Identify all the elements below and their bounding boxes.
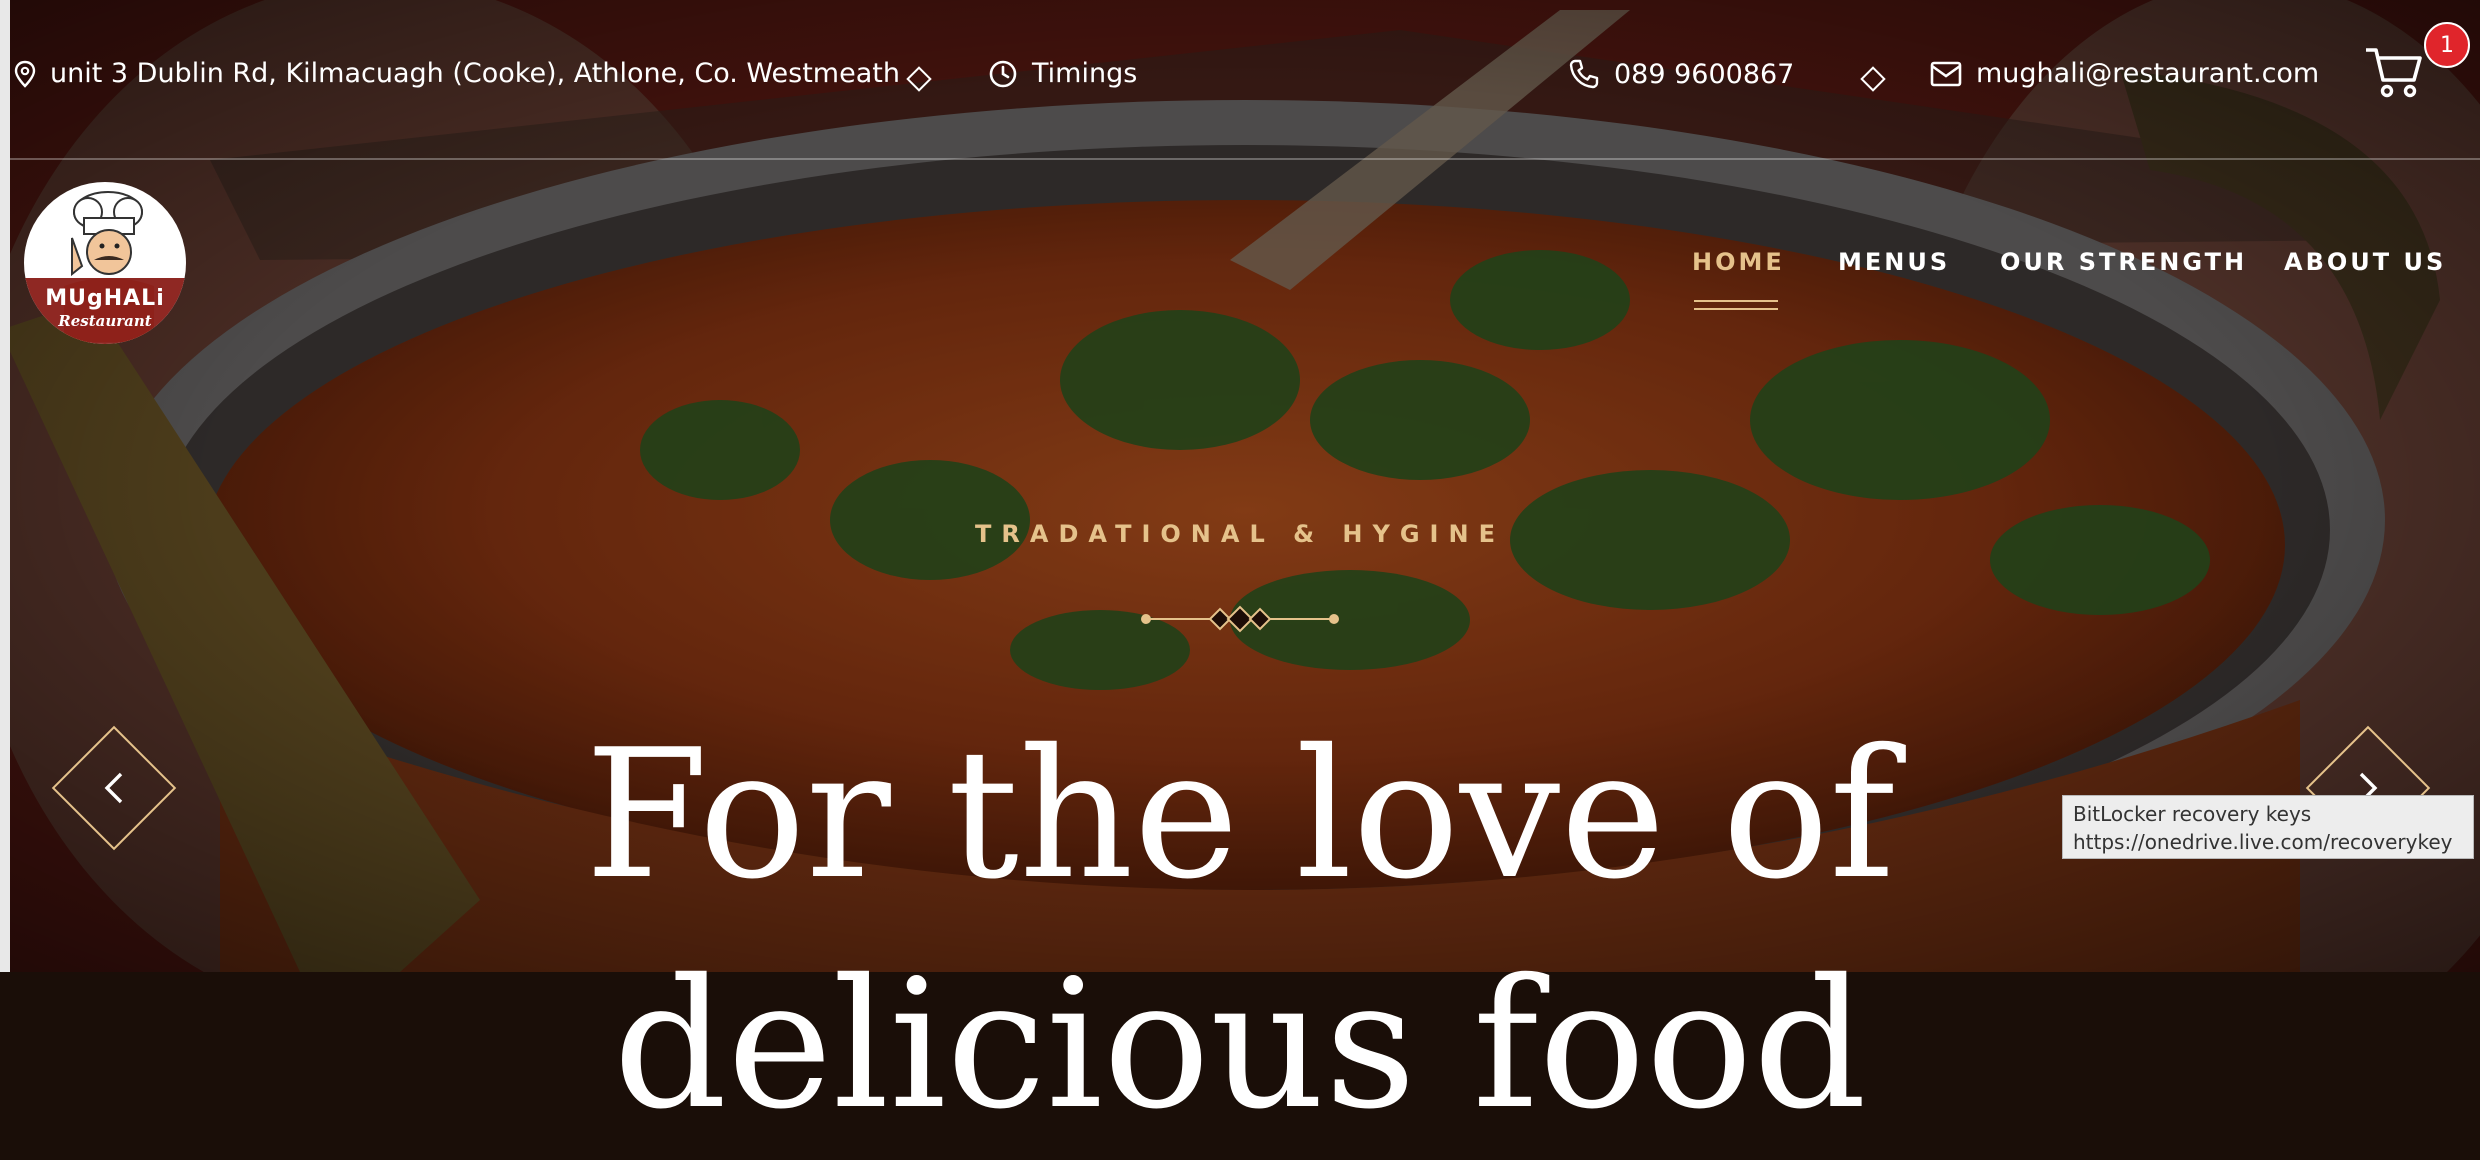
nav-active-underline <box>1694 300 1778 310</box>
address-text: unit 3 Dublin Rd, Kilmacuagh (Cooke), At… <box>50 58 900 89</box>
hero-headline: For the love of delicious food <box>0 700 2480 1160</box>
phone-icon <box>1569 59 1599 89</box>
timings-link[interactable]: Timings <box>988 58 1137 89</box>
nav-item-home[interactable]: HOME <box>1692 248 1785 276</box>
tooltip-url: https://onedrive.live.com/recoverykey <box>2073 830 2453 854</box>
nav-item-our-strength[interactable]: OUR STRENGTH <box>2000 248 2247 276</box>
chevron-left-icon <box>104 772 123 804</box>
hero-kicker: TRADATIONAL & HYGINE <box>975 520 1505 548</box>
mail-icon <box>1930 61 1962 86</box>
link-tooltip: BitLocker recovery keys https://onedrive… <box>2062 795 2474 859</box>
top-info-bar: unit 3 Dublin Rd, Kilmacuagh (Cooke), At… <box>10 0 2480 160</box>
cart-button[interactable] <box>2364 44 2424 104</box>
restaurant-logo[interactable]: MUgHALi Restaurant <box>24 182 186 344</box>
tooltip-title: BitLocker recovery keys <box>2073 802 2312 826</box>
logo-name: MUgHALi <box>45 286 165 311</box>
separator-diamond <box>1860 66 1886 92</box>
location-pin-icon <box>14 60 36 88</box>
phone-link[interactable]: 089 9600867 <box>1568 58 1794 90</box>
email-address: mughali@restaurant.com <box>1976 58 2320 89</box>
separator-diamond <box>906 66 932 92</box>
phone-number: 089 9600867 <box>1614 58 1795 90</box>
timings-label: Timings <box>1032 58 1138 89</box>
nav-item-menus[interactable]: MENUS <box>1838 248 1950 276</box>
cart-icon <box>2366 48 2422 98</box>
address-item: unit 3 Dublin Rd, Kilmacuagh (Cooke), At… <box>14 58 900 89</box>
clock-icon <box>989 60 1017 87</box>
cart-count-badge: 1 <box>2424 22 2470 68</box>
hero-headline-line2: delicious food <box>613 941 1867 1148</box>
ornament-divider-icon <box>1141 605 1339 633</box>
logo-subtitle: Restaurant <box>58 312 152 330</box>
nav-item-about-us[interactable]: ABOUT US <box>2284 248 2446 276</box>
email-link[interactable]: mughali@restaurant.com <box>1930 58 2319 89</box>
